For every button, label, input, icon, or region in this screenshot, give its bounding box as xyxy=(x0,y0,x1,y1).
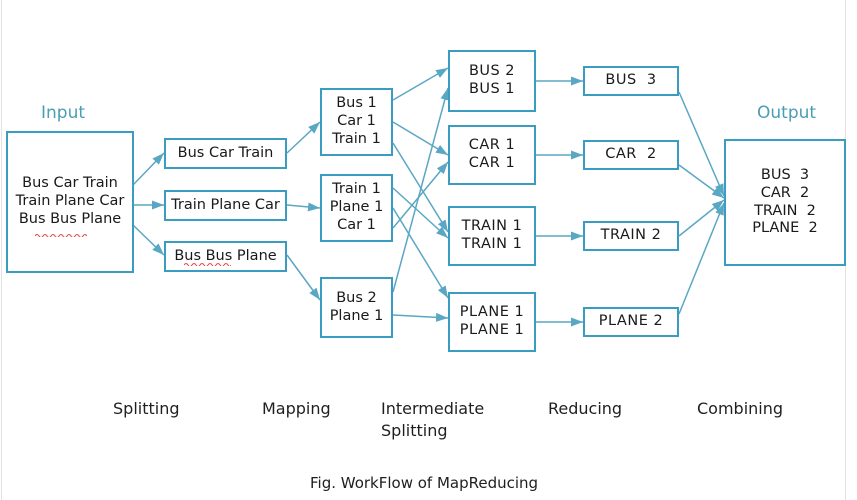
mapping-box-1-line-2: Car 1 xyxy=(337,113,376,130)
intermediate-box-car-line-2: CAR 1 xyxy=(468,155,516,171)
splitting-box-3: Bus Bus Plane xyxy=(164,241,287,272)
edge-split1-to-map1 xyxy=(286,121,321,154)
edge-map3-bus-to-inter-bus xyxy=(392,87,450,293)
mapping-box-2-line-2: Plane 1 xyxy=(329,199,384,216)
edge-reduce-bus-to-output xyxy=(678,91,725,197)
intermediate-box-plane-line-1: PLANE 1 xyxy=(459,304,525,321)
intermediate-box-bus-line-1: BUS 2 xyxy=(468,63,516,80)
edge-map2-plane-to-inter-plane xyxy=(392,207,449,299)
input-box: Bus Car Train Train Plane Car Bus Bus Pl… xyxy=(6,131,134,273)
reducing-box-car: CAR 2 xyxy=(583,140,679,170)
stage-label-splitting: Splitting xyxy=(113,399,180,418)
intermediate-box-car-line-1: CAR 1 xyxy=(468,137,516,154)
edge-map1-bus-to-inter-bus xyxy=(392,67,449,101)
stage-label-mapping: Mapping xyxy=(262,399,331,418)
stage-label-reducing: Reducing xyxy=(548,399,623,418)
intermediate-box-plane: PLANE 1 PLANE 1 xyxy=(448,292,536,352)
intermediate-box-train-line-2: TRAIN 1 xyxy=(461,236,523,252)
splitting-box-3-line-1: Bus Bus Plane xyxy=(174,247,277,264)
intermediate-box-bus: BUS 2 BUS 1 xyxy=(448,50,536,112)
mapping-box-3: Bus 2 Plane 1 xyxy=(320,277,393,338)
edge-input-to-split-3 xyxy=(132,224,165,256)
input-line-3: Bus Bus Plane xyxy=(18,210,122,227)
output-line-4: PLANE 2 xyxy=(752,220,818,237)
input-line-1: Bus Car Train xyxy=(22,175,118,192)
mapping-box-1-line-1: Bus 1 xyxy=(336,95,377,112)
output-line-2: CAR 2 xyxy=(760,184,810,201)
splitting-box-2: Train Plane Car xyxy=(164,190,287,221)
mapping-box-1-line-3: Train 1 xyxy=(332,130,381,147)
edge-split3-to-map3 xyxy=(286,254,321,301)
output-line-1: BUS 3 xyxy=(760,167,810,184)
edge-reduce-plane-to-output xyxy=(678,202,725,315)
reducing-box-bus: BUS 3 xyxy=(583,66,679,96)
reducing-box-bus-line-1: BUS 3 xyxy=(605,72,657,89)
stage-label-intermediate-splitting: Intermediate Splitting xyxy=(381,399,485,440)
intermediate-box-car: CAR 1 CAR 1 xyxy=(448,125,536,185)
output-line-3: TRAIN 2 xyxy=(754,202,816,219)
input-line-2: Train Plane Car xyxy=(15,193,125,210)
mapping-box-2-line-3: Car 1 xyxy=(337,216,376,233)
reducing-box-plane-line-1: PLANE 2 xyxy=(598,313,664,330)
mapping-box-3-line-1: Bus 2 xyxy=(336,289,377,306)
edge-map1-car-to-inter-car xyxy=(392,121,449,156)
mapping-box-1: Bus 1 Car 1 Train 1 xyxy=(320,88,393,156)
output-box: BUS 3 CAR 2 TRAIN 2 PLANE 2 xyxy=(724,139,846,266)
splitting-box-2-line-1: Train Plane Car xyxy=(171,196,280,213)
splitting-box-1: Bus Car Train xyxy=(164,138,287,169)
intermediate-box-plane-line-2: PLANE 1 xyxy=(459,322,525,338)
intermediate-box-train-line-1: TRAIN 1 xyxy=(461,218,523,235)
splitting-box-1-line-1: Bus Car Train xyxy=(177,144,274,161)
stage-label-combining: Combining xyxy=(697,399,784,418)
edge-split2-to-map2 xyxy=(286,202,321,212)
edge-input-to-split-1 xyxy=(132,152,165,186)
figure-canvas: Input Output Bus Car Train Train Plane C… xyxy=(0,0,857,500)
reducing-box-train-line-1: TRAIN 2 xyxy=(600,227,662,244)
reducing-box-car-line-1: CAR 2 xyxy=(605,146,657,163)
output-column-title: Output xyxy=(757,103,817,123)
edge-map3-plane-to-inter-plane xyxy=(392,312,449,322)
mapping-box-3-line-2: Plane 1 xyxy=(329,307,384,324)
intermediate-box-bus-line-2: BUS 1 xyxy=(468,81,516,97)
reducing-box-train: TRAIN 2 xyxy=(583,221,679,251)
input-column-title: Input xyxy=(41,103,86,123)
intermediate-box-train: TRAIN 1 TRAIN 1 xyxy=(448,206,536,266)
reducing-box-plane: PLANE 2 xyxy=(583,307,679,337)
mapping-box-2: Train 1 Plane 1 Car 1 xyxy=(320,174,393,242)
figure-caption: Fig. WorkFlow of MapReducing xyxy=(310,474,539,492)
mapping-box-2-line-1: Train 1 xyxy=(332,181,381,198)
